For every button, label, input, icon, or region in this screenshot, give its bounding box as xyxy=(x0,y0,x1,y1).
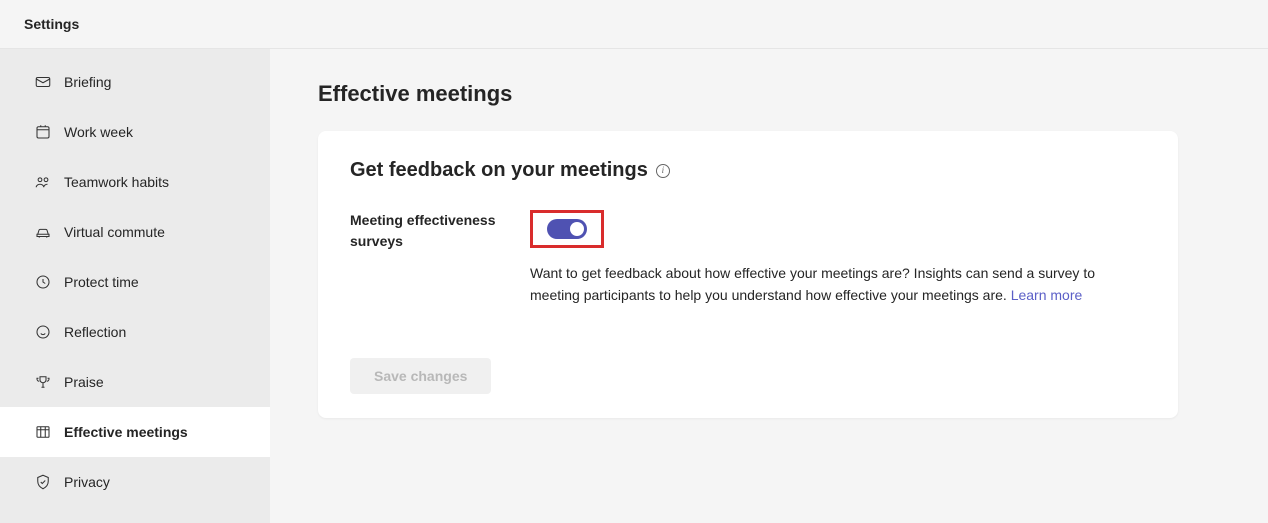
meeting-effectiveness-setting: Meeting effectiveness surveys Want to ge… xyxy=(350,210,1146,306)
sidebar-item-teamwork-habits[interactable]: Teamwork habits xyxy=(0,157,270,207)
shield-icon xyxy=(34,473,52,491)
smiley-icon xyxy=(34,323,52,341)
toggle-highlight-annotation xyxy=(530,210,604,248)
mail-icon xyxy=(34,73,52,91)
car-icon xyxy=(34,223,52,241)
page-title: Effective meetings xyxy=(318,81,1220,107)
sidebar-item-privacy[interactable]: Privacy xyxy=(0,457,270,507)
settings-sidebar: Briefing Work week Teamwork habits Virtu… xyxy=(0,49,270,523)
sidebar-item-label: Teamwork habits xyxy=(64,174,169,190)
sidebar-item-virtual-commute[interactable]: Virtual commute xyxy=(0,207,270,257)
settings-title: Settings xyxy=(24,16,1244,32)
card-title: Get feedback on your meetings xyxy=(350,159,648,182)
grid-icon xyxy=(34,423,52,441)
sidebar-item-label: Virtual commute xyxy=(64,224,165,240)
sidebar-item-praise[interactable]: Praise xyxy=(0,357,270,407)
sidebar-item-reflection[interactable]: Reflection xyxy=(0,307,270,357)
sidebar-item-label: Praise xyxy=(64,374,104,390)
sidebar-item-effective-meetings[interactable]: Effective meetings xyxy=(0,407,270,457)
clock-icon xyxy=(34,273,52,291)
setting-label: Meeting effectiveness surveys xyxy=(350,210,510,252)
sidebar-item-label: Work week xyxy=(64,124,133,140)
info-icon[interactable]: i xyxy=(656,164,670,178)
feedback-card: Get feedback on your meetings i Meeting … xyxy=(318,131,1178,418)
sidebar-item-label: Briefing xyxy=(64,74,111,90)
sidebar-item-briefing[interactable]: Briefing xyxy=(0,57,270,107)
setting-description: Want to get feedback about how effective… xyxy=(530,263,1146,306)
save-changes-button[interactable]: Save changes xyxy=(350,358,491,394)
meeting-surveys-toggle[interactable] xyxy=(547,219,587,239)
calendar-icon xyxy=(34,123,52,141)
learn-more-link[interactable]: Learn more xyxy=(1011,287,1083,303)
sidebar-item-label: Reflection xyxy=(64,324,126,340)
sidebar-item-label: Protect time xyxy=(64,274,139,290)
settings-header: Settings xyxy=(0,0,1268,49)
main-content: Effective meetings Get feedback on your … xyxy=(270,49,1268,523)
trophy-icon xyxy=(34,373,52,391)
sidebar-item-protect-time[interactable]: Protect time xyxy=(0,257,270,307)
sidebar-item-work-week[interactable]: Work week xyxy=(0,107,270,157)
sidebar-item-label: Effective meetings xyxy=(64,424,188,440)
people-icon xyxy=(34,173,52,191)
sidebar-item-label: Privacy xyxy=(64,474,110,490)
